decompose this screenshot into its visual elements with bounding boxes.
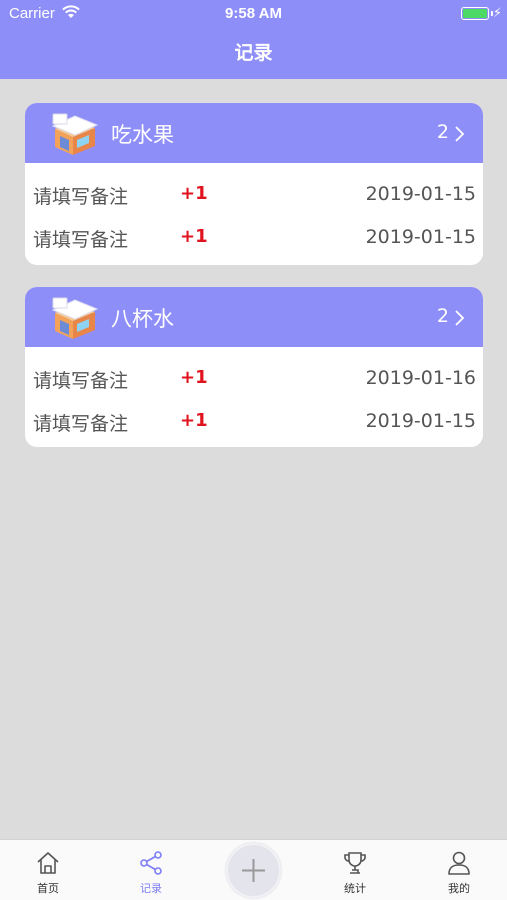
record-date: 2019-01-15 (365, 410, 476, 432)
record-date: 2019-01-15 (365, 183, 476, 205)
record-delta: +1 (180, 183, 208, 204)
tab-stats[interactable]: 统计 (315, 840, 395, 900)
record-delta: +1 (180, 410, 208, 431)
page-title: 记录 (234, 42, 273, 64)
record-note[interactable]: 请填写备注 (33, 182, 128, 209)
add-button[interactable] (226, 843, 281, 898)
user-icon (448, 851, 470, 875)
tab-label: 我的 (448, 882, 470, 895)
record-date: 2019-01-15 (365, 226, 476, 248)
charging-icon: ⚡ (492, 6, 502, 21)
record-delta: +1 (180, 226, 208, 247)
share-icon (140, 851, 162, 875)
status-bar: Carrier 9:58 AM ⚡ (0, 0, 507, 28)
tab-mine[interactable]: 我的 (419, 840, 499, 900)
chevron-right-icon[interactable] (454, 309, 465, 327)
shop-icon (51, 113, 99, 155)
card-title: 八杯水 (111, 307, 174, 331)
tab-label: 首页 (37, 882, 59, 895)
card-count: 2 (436, 121, 449, 143)
record-note[interactable]: 请填写备注 (33, 366, 128, 393)
tab-label: 记录 (140, 882, 162, 895)
battery-icon (461, 7, 489, 20)
record-card-fruit[interactable]: 吃水果 2 请填写备注 +1 2019-01-15 请填写备注 +1 2019-… (25, 103, 483, 265)
record-note[interactable]: 请填写备注 (33, 225, 128, 252)
chevron-right-icon[interactable] (454, 125, 465, 143)
status-time: 9:58 AM (225, 5, 282, 22)
tab-label: 统计 (344, 882, 366, 895)
record-row[interactable]: 请填写备注 +1 2019-01-15 (25, 397, 483, 440)
shop-icon (51, 297, 99, 339)
record-date: 2019-01-16 (365, 367, 476, 389)
card-title: 吃水果 (111, 123, 174, 147)
plus-icon (242, 859, 265, 882)
card-header[interactable]: 吃水果 2 (25, 103, 483, 163)
header: Carrier 9:58 AM ⚡ 记录 (0, 0, 507, 79)
card-header[interactable]: 八杯水 2 (25, 287, 483, 347)
home-icon (37, 852, 59, 874)
record-note[interactable]: 请填写备注 (33, 409, 128, 436)
record-row[interactable]: 请填写备注 +1 2019-01-16 (25, 354, 483, 397)
tab-home[interactable]: 首页 (8, 840, 88, 900)
trophy-icon (344, 852, 366, 874)
record-row[interactable]: 请填写备注 +1 2019-01-15 (25, 170, 483, 213)
card-count: 2 (436, 305, 449, 327)
record-card-water[interactable]: 八杯水 2 请填写备注 +1 2019-01-16 请填写备注 +1 2019-… (25, 287, 483, 447)
tab-records[interactable]: 记录 (111, 840, 191, 900)
record-row[interactable]: 请填写备注 +1 2019-01-15 (25, 213, 483, 256)
tab-bar: 首页 记录 统计 我的 (0, 839, 507, 900)
record-delta: +1 (180, 367, 208, 388)
